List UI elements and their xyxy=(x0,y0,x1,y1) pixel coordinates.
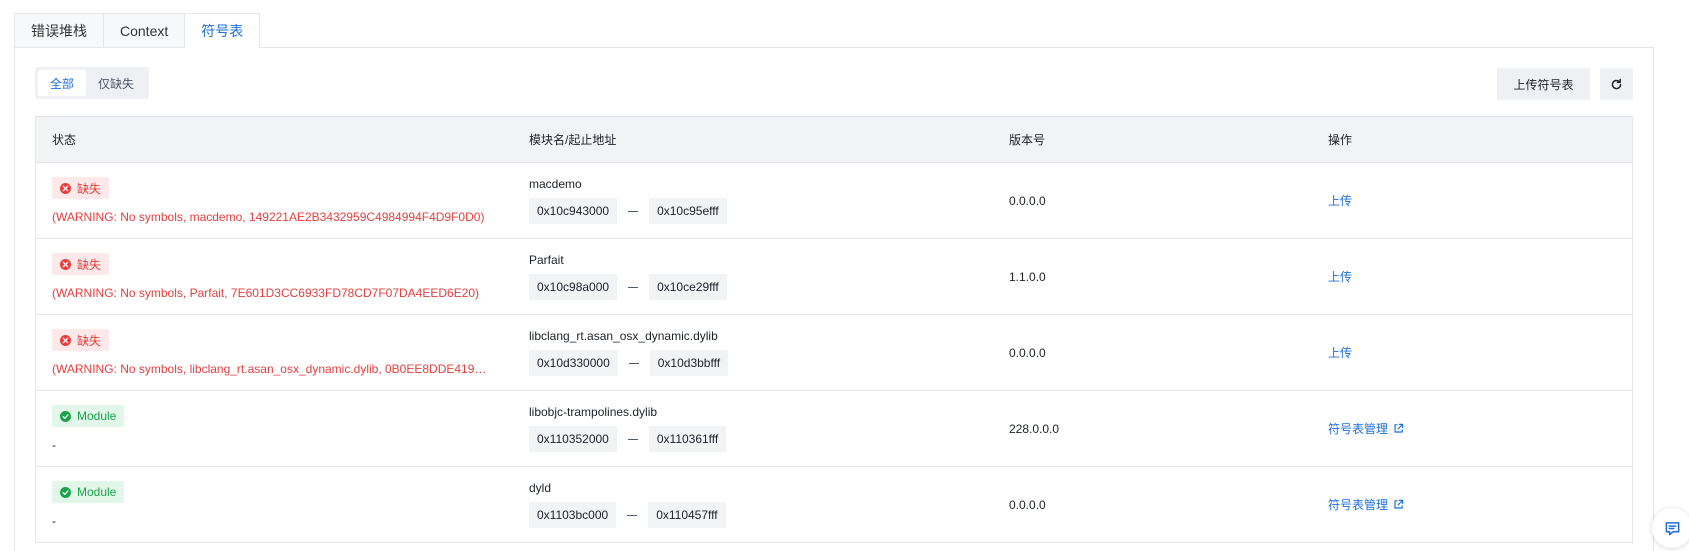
error-icon xyxy=(60,334,71,346)
start-address: 0x10d330000 xyxy=(529,350,618,376)
symbol-table: 状态 模块名/起止地址 版本号 操作 缺失 (WARNING: No symbo… xyxy=(35,116,1633,543)
end-address: 0x10d3bbfff xyxy=(649,350,729,376)
check-icon xyxy=(60,410,71,422)
action-cell: 上传 xyxy=(1312,163,1632,238)
filter-toggle: 全部 仅缺失 xyxy=(35,67,150,99)
header-status: 状态 xyxy=(52,133,77,147)
module-cell: libobjc-trampolines.dylib 0x110352000 0x… xyxy=(513,391,993,466)
end-address: 0x10ce29fff xyxy=(649,274,727,300)
end-address: 0x10c95efff xyxy=(649,198,727,224)
check-icon xyxy=(60,486,71,498)
filter-missing-only-button[interactable]: 仅缺失 xyxy=(86,70,146,96)
module-cell: macdemo 0x10c943000 0x10c95efff xyxy=(513,163,993,238)
tab-symbol-table[interactable]: 符号表 xyxy=(184,13,261,48)
action-cell: 符号表管理 xyxy=(1312,391,1632,466)
upload-link[interactable]: 上传 xyxy=(1328,344,1352,361)
tab-bar: 错误堆栈 Context 符号表 xyxy=(14,13,261,48)
status-cell: Module - xyxy=(36,391,513,466)
module-name: libclang_rt.asan_osx_dynamic.dylib xyxy=(529,329,718,343)
status-label: 缺失 xyxy=(77,181,102,196)
upload-link[interactable]: 上传 xyxy=(1328,268,1352,285)
symbol-management-link[interactable]: 符号表管理 xyxy=(1328,420,1404,437)
table-header: 状态 模块名/起止地址 版本号 操作 xyxy=(36,117,1632,163)
version-cell: 0.0.0.0 xyxy=(1009,193,1046,208)
symbol-management-label: 符号表管理 xyxy=(1328,422,1389,436)
start-address: 0x1103bc000 xyxy=(529,502,617,528)
external-link-icon xyxy=(1394,423,1404,433)
address-range: 0x110352000 0x110361fff xyxy=(529,426,993,452)
status-badge: Module xyxy=(52,405,125,427)
end-address: 0x110361fff xyxy=(648,426,727,452)
module-cell: Parfait 0x10c98a000 0x10ce29fff xyxy=(513,239,993,314)
table-row: Module - libobjc-trampolines.dylib 0x110… xyxy=(36,391,1632,467)
range-separator xyxy=(627,514,638,516)
version-cell: 0.0.0.0 xyxy=(1009,497,1046,512)
status-label: 缺失 xyxy=(77,333,102,348)
module-cell: libclang_rt.asan_osx_dynamic.dylib 0x10d… xyxy=(513,315,993,390)
end-address: 0x110457fff xyxy=(648,502,726,528)
module-cell: dyld 0x1103bc000 0x110457fff xyxy=(513,467,993,542)
upload-link[interactable]: 上传 xyxy=(1328,192,1352,209)
symbol-management-link[interactable]: 符号表管理 xyxy=(1328,496,1404,513)
range-separator xyxy=(628,210,639,212)
status-detail: - xyxy=(52,438,56,452)
table-row: Module - dyld 0x1103bc000 0x110457fff 0.… xyxy=(36,467,1632,543)
chat-icon xyxy=(1665,521,1679,535)
header-action: 操作 xyxy=(1328,133,1353,147)
status-cell: 缺失 (WARNING: No symbols, libclang_rt.asa… xyxy=(36,315,513,390)
action-cell: 上传 xyxy=(1312,315,1632,390)
refresh-button[interactable] xyxy=(1600,68,1633,100)
module-name: macdemo xyxy=(529,177,582,191)
table-row: 缺失 (WARNING: No symbols, macdemo, 149221… xyxy=(36,163,1632,239)
status-badge: Module xyxy=(52,481,125,503)
module-name: libobjc-trampolines.dylib xyxy=(529,405,658,419)
status-cell: 缺失 (WARNING: No symbols, macdemo, 149221… xyxy=(36,163,513,238)
table-row: 缺失 (WARNING: No symbols, Parfait, 7E601D… xyxy=(36,239,1632,315)
symbol-management-label: 符号表管理 xyxy=(1328,498,1389,512)
external-link-icon xyxy=(1394,499,1404,509)
address-range: 0x10c98a000 0x10ce29fff xyxy=(529,274,993,300)
warning-text: (WARNING: No symbols, libclang_rt.asan_o… xyxy=(52,362,492,376)
refresh-icon xyxy=(1611,78,1622,89)
feedback-chat-button[interactable] xyxy=(1652,508,1689,548)
status-detail: - xyxy=(52,514,56,528)
range-separator xyxy=(628,286,639,288)
warning-text: (WARNING: No symbols, macdemo, 149221AE2… xyxy=(52,210,485,224)
header-version: 版本号 xyxy=(1009,133,1046,147)
status-label: Module xyxy=(77,485,117,499)
status-label: 缺失 xyxy=(77,257,102,272)
table-row: 缺失 (WARNING: No symbols, libclang_rt.asa… xyxy=(36,315,1632,391)
address-range: 0x10c943000 0x10c95efff xyxy=(529,198,993,224)
error-icon xyxy=(60,258,71,270)
status-label: Module xyxy=(77,409,117,423)
error-icon xyxy=(60,182,71,194)
tab-context[interactable]: Context xyxy=(103,13,186,48)
version-cell: 0.0.0.0 xyxy=(1009,345,1046,360)
version-cell: 228.0.0.0 xyxy=(1009,421,1060,436)
upload-symbols-button[interactable]: 上传符号表 xyxy=(1497,68,1590,100)
range-separator xyxy=(628,362,639,364)
module-name: dyld xyxy=(529,481,552,495)
status-badge: 缺失 xyxy=(52,177,110,199)
warning-text: (WARNING: No symbols, Parfait, 7E601D3CC… xyxy=(52,286,480,300)
address-range: 0x1103bc000 0x110457fff xyxy=(529,502,993,528)
start-address: 0x10c943000 xyxy=(529,198,618,224)
status-cell: Module - xyxy=(36,467,513,542)
status-badge: 缺失 xyxy=(52,329,110,351)
status-badge: 缺失 xyxy=(52,253,110,275)
start-address: 0x110352000 xyxy=(529,426,617,452)
version-cell: 1.1.0.0 xyxy=(1009,269,1046,284)
tab-error-stack[interactable]: 错误堆栈 xyxy=(14,13,104,48)
filter-all-button[interactable]: 全部 xyxy=(38,70,87,96)
header-module: 模块名/起止地址 xyxy=(529,133,617,147)
status-cell: 缺失 (WARNING: No symbols, Parfait, 7E601D… xyxy=(36,239,513,314)
start-address: 0x10c98a000 xyxy=(529,274,618,300)
range-separator xyxy=(627,438,638,440)
action-cell: 上传 xyxy=(1312,239,1632,314)
action-cell: 符号表管理 xyxy=(1312,467,1632,542)
module-name: Parfait xyxy=(529,253,564,267)
address-range: 0x10d330000 0x10d3bbfff xyxy=(529,350,993,376)
